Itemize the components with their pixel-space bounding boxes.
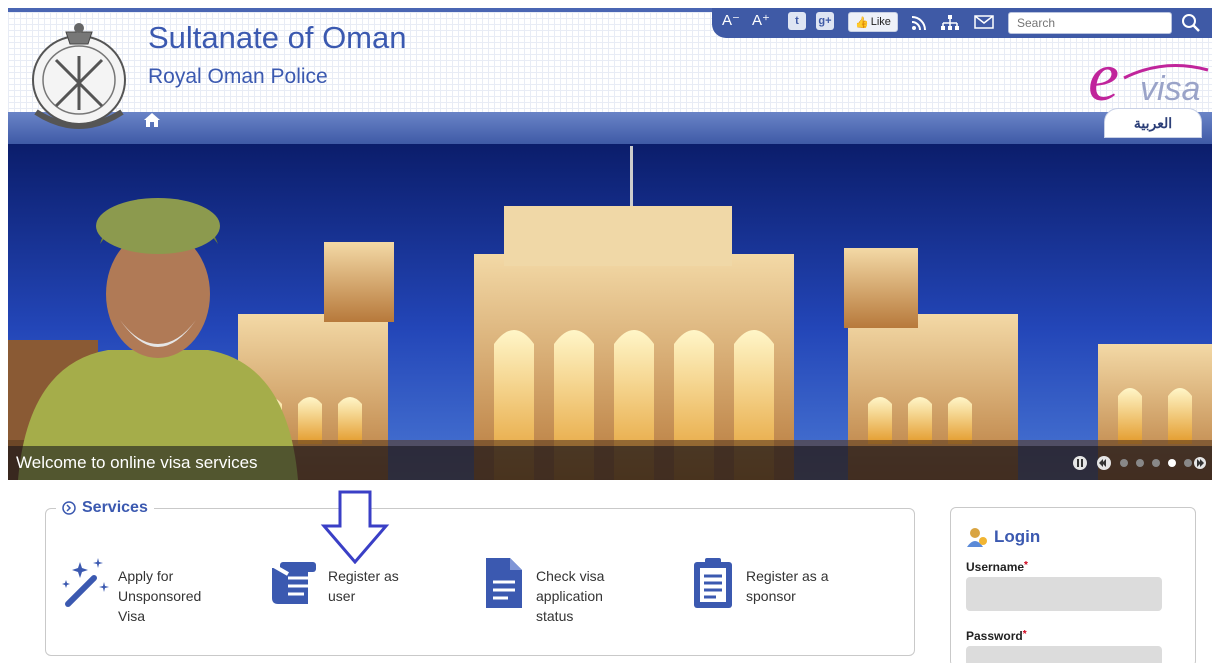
banner-caption: Welcome to online visa services [16,453,258,472]
services-heading-text: Services [82,499,148,516]
slide-dot-3[interactable] [1152,459,1160,467]
main-navbar [8,112,1212,144]
previous-slide-button[interactable] [1097,456,1111,470]
font-decrease-icon[interactable]: A⁻ [722,10,740,30]
service-apply-unsponsored-visa[interactable]: Apply for Unsponsored Visa [60,556,240,626]
circle-chevron-icon [62,501,76,515]
twitter-icon[interactable]: t [788,12,806,30]
document-icon [486,558,522,608]
like-label: Like [870,16,891,28]
rss-icon[interactable] [910,14,928,32]
username-input[interactable] [966,577,1162,611]
service-check-visa-status[interactable]: Check visa application status [480,556,660,626]
clipboard-icon [694,558,732,608]
royal-oman-police-crest[interactable] [26,20,132,130]
password-input[interactable] [966,646,1162,663]
svg-text:visa: visa [1140,70,1200,106]
service-label: Check visa application status [536,568,605,624]
next-slide-button[interactable] [1194,457,1206,469]
arabic-language-tab[interactable]: العربية [1104,108,1202,138]
home-icon[interactable] [142,110,162,130]
required-marker: * [1022,629,1027,640]
slider-controls [1073,456,1206,470]
thumbs-up-icon: 👍 [855,16,869,29]
slide-dot-5[interactable] [1184,459,1192,467]
magic-wand-icon [62,558,109,607]
scroll-register-icon [272,562,316,604]
down-arrow-annotation-icon [320,490,390,564]
login-heading: Login [966,526,1040,548]
svg-text:e: e [1088,44,1119,106]
font-increase-icon[interactable]: A⁺ [750,10,772,30]
slide-dot-1[interactable] [1120,459,1128,467]
service-register-sponsor[interactable]: Register as a sponsor [690,556,870,610]
facebook-like-button[interactable]: 👍 Like [848,12,898,32]
password-label-text: Password [966,629,1023,643]
search-input[interactable] [1008,12,1172,34]
password-label: Password* [966,629,1027,643]
slide-dot-2[interactable] [1136,459,1144,467]
hero-banner-image [8,144,1212,480]
site-title: Sultanate of Oman [148,20,407,55]
user-icon [967,528,987,547]
pause-button[interactable] [1073,456,1087,470]
sitemap-icon[interactable] [940,14,960,32]
evisa-logo[interactable]: e visa [1084,44,1210,106]
site-subtitle: Royal Oman Police [148,65,328,88]
page: Sultanate of Oman Royal Oman Police A⁻ A… [0,0,1212,663]
services-heading: Services [56,498,154,518]
mail-icon[interactable] [974,15,994,29]
required-marker: * [1024,560,1028,571]
service-label: Register as user [328,568,399,604]
username-label-text: Username [966,560,1025,574]
login-heading-text: Login [994,527,1041,546]
service-register-user[interactable]: Register as user [268,556,448,610]
service-label: Apply for Unsponsored Visa [118,568,202,624]
service-label: Register as a sponsor [746,568,829,604]
username-label: Username* [966,560,1028,574]
search-icon[interactable] [1180,12,1202,34]
google-plus-icon[interactable]: g+ [816,12,834,30]
slide-dot-active[interactable] [1168,459,1176,467]
